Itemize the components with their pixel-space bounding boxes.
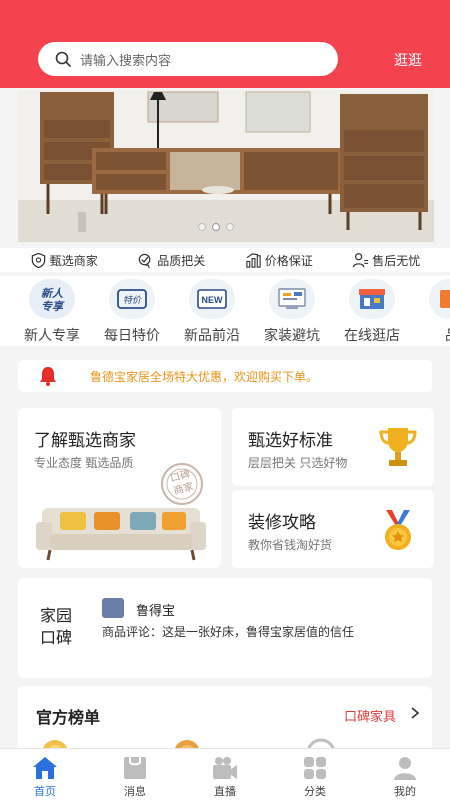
banner-carousel[interactable]	[18, 90, 434, 242]
quick-entry-brand[interactable]: 品	[412, 276, 450, 346]
pagination-dot[interactable]	[226, 223, 234, 231]
reviews-card[interactable]: 家园口碑 鲁得宝 商品评论：这是一张好床，鲁得宝家居值的信任	[18, 578, 432, 678]
merchant-card-subtitle: 专业态度 甄选品质	[34, 456, 134, 470]
guarantee-label: 品质把关	[157, 253, 206, 268]
quick-entry-label: 品	[445, 325, 450, 345]
tab-categories[interactable]: 分类	[270, 749, 360, 800]
tab-label: 我的	[394, 786, 416, 798]
notice-bar[interactable]: 鲁德宝家居全场特大优惠，欢迎购买下单。	[18, 360, 432, 392]
message-icon	[124, 757, 146, 779]
bell-icon	[40, 367, 56, 386]
quick-entry-daily-deal[interactable]: 特价 每日特价	[92, 276, 172, 346]
guide-card-title: 装修攻略	[248, 513, 316, 532]
guarantee-item: 售后无忧	[352, 252, 420, 269]
banner-pagination	[198, 223, 234, 231]
merchant-card-title: 了解甄选商家	[34, 431, 136, 450]
tab-profile[interactable]: 我的	[360, 749, 450, 800]
online-store-icon	[349, 279, 395, 319]
tab-label: 直播	[214, 786, 236, 798]
quick-entry-new-product[interactable]: NEW 新品前沿	[172, 276, 252, 346]
brand-icon	[429, 279, 450, 319]
quick-entry-label: 新品前沿	[184, 327, 240, 343]
quick-entry-label: 每日特价	[104, 327, 160, 343]
shield-icon	[31, 252, 45, 268]
search-placeholder: 请输入搜索内容	[80, 52, 172, 68]
tab-label: 分类	[304, 786, 326, 798]
standard-card[interactable]: 甄选好标准 层层把关 只选好物	[232, 408, 434, 486]
guarantee-label: 甄选商家	[49, 253, 98, 268]
stroll-button[interactable]: 逛逛	[394, 50, 422, 70]
service-person-icon	[353, 252, 369, 267]
avatar	[102, 598, 124, 618]
merchant-card[interactable]: 了解甄选商家 专业态度 甄选品质 口碑 商家	[18, 408, 221, 568]
new-product-icon: NEW	[189, 279, 235, 319]
ranking-title: 官方榜单	[36, 710, 101, 727]
notice-text: 鲁德宝家居全场特大优惠，欢迎购买下单。	[90, 369, 319, 384]
tab-label: 消息	[124, 786, 146, 798]
tab-live[interactable]: 直播	[180, 749, 270, 800]
chevron-right-icon[interactable]	[409, 706, 421, 720]
top-header: 请输入搜索内容 逛逛	[0, 0, 450, 88]
reviews-title: 家园口碑	[40, 608, 73, 647]
quick-entry-online-store[interactable]: 在线逛店	[332, 276, 412, 346]
pagination-dot-active[interactable]	[212, 223, 220, 231]
guarantee-item: 甄选商家	[30, 252, 98, 269]
quick-entry-label: 新人专享	[24, 327, 80, 343]
tab-label: 首页	[34, 786, 56, 798]
tab-messages[interactable]: 消息	[90, 749, 180, 800]
svg-text:专享: 专享	[41, 300, 65, 313]
medal-icon	[385, 510, 411, 550]
new-user-icon: 新人 专享	[29, 279, 75, 319]
price-chart-icon	[246, 252, 261, 268]
quick-entry-label: 在线逛店	[344, 327, 400, 343]
bottom-tab-bar: 首页 消息 直播 分类 我的	[0, 748, 450, 800]
standard-card-title: 甄选好标准	[248, 431, 333, 450]
search-icon	[55, 51, 71, 67]
banner-image	[18, 90, 434, 242]
sofa-image	[36, 508, 206, 561]
quality-badge-icon	[138, 253, 151, 268]
home-icon	[33, 757, 57, 779]
quick-entry-decor-guide[interactable]: 家装避坑	[252, 276, 332, 346]
svg-text:特价: 特价	[123, 295, 142, 305]
ranking-more-link[interactable]: 口碑家具	[344, 706, 396, 725]
guarantee-item: 品质把关	[137, 252, 205, 269]
guide-card-subtitle: 教你省钱淘好货	[248, 538, 333, 552]
standard-card-subtitle: 层层把关 只选好物	[248, 456, 348, 470]
live-camera-icon	[213, 757, 237, 779]
decor-guide-icon	[269, 279, 315, 319]
quick-entry-new-user[interactable]: 新人 专享 新人专享	[12, 276, 92, 346]
quick-entry-row: 新人专享 新人专享 特价 每日特价 NEW 新品前沿 家装避坑 在线逛店 品	[0, 276, 450, 346]
trophy-icon	[379, 428, 417, 466]
guarantee-strip: 甄选商家 品质把关 价格保证 售后无忧	[0, 248, 450, 272]
svg-text:NEW: NEW	[202, 295, 224, 305]
search-bar[interactable]: 请输入搜索内容	[38, 42, 338, 76]
reviewer-name: 鲁得宝	[136, 603, 176, 618]
guide-card[interactable]: 装修攻略 教你省钱淘好货	[232, 490, 434, 568]
quick-entry-label: 家装避坑	[264, 327, 320, 343]
category-grid-icon	[304, 757, 326, 779]
svg-text:新人: 新人	[41, 287, 64, 300]
review-text: 商品评论：这是一张好床，鲁得宝家居值的信任	[102, 625, 355, 639]
tab-home[interactable]: 首页	[0, 749, 90, 800]
profile-icon	[394, 757, 416, 780]
guarantee-label: 价格保证	[264, 253, 313, 268]
guarantee-item: 价格保证	[245, 252, 313, 269]
guarantee-label: 售后无忧	[372, 253, 421, 268]
daily-deal-icon: 特价	[109, 279, 155, 319]
pagination-dot[interactable]	[198, 223, 206, 231]
